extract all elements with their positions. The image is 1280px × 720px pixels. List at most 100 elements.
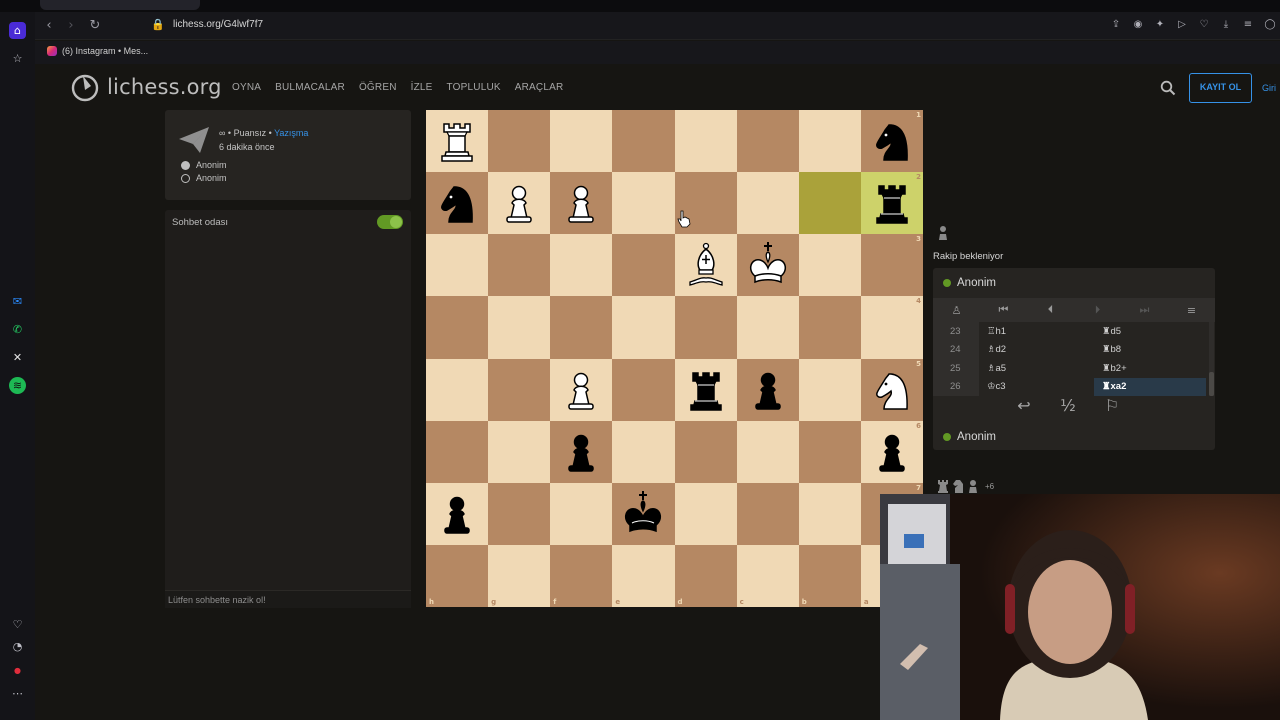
square-e5[interactable]	[612, 358, 675, 421]
square-b2[interactable]	[798, 172, 861, 235]
resign-flag-icon[interactable]: ⚐	[1101, 396, 1123, 415]
square-b1[interactable]	[798, 110, 861, 173]
site-logo[interactable]: lichess.org	[70, 72, 222, 102]
square-g5[interactable]	[488, 358, 551, 421]
share-icon[interactable]: ⇪	[1110, 18, 1122, 32]
spotify-icon[interactable]: ≋	[9, 377, 26, 394]
square-e4[interactable]	[612, 296, 675, 359]
square-c8[interactable]: c	[736, 544, 799, 607]
forward-icon[interactable]: ›	[63, 18, 79, 34]
prev-move-icon[interactable]: ⏴	[1041, 303, 1061, 317]
nav-watch[interactable]: İZLE	[411, 82, 433, 93]
black-move[interactable]: ♜d5	[1094, 322, 1206, 341]
bookmark-instagram[interactable]: (6) Instagram • Mes...	[47, 46, 148, 56]
signin-link[interactable]: Giri	[1262, 83, 1276, 93]
square-g3[interactable]	[488, 234, 551, 297]
square-h5[interactable]	[426, 358, 489, 421]
download-icon[interactable]: ⤓	[1220, 18, 1232, 32]
square-e2[interactable]	[612, 172, 675, 235]
square-c1[interactable]	[736, 110, 799, 173]
black-move-current[interactable]: ♜xa2	[1094, 377, 1206, 396]
square-g2[interactable]	[488, 172, 551, 235]
square-f3[interactable]	[550, 234, 613, 297]
square-f1[interactable]	[550, 110, 613, 173]
square-e3[interactable]	[612, 234, 675, 297]
nav-community[interactable]: TOPLULUK	[447, 82, 501, 93]
square-a3[interactable]: 3	[860, 234, 923, 297]
play-icon[interactable]: ▷	[1176, 18, 1188, 32]
square-b7[interactable]	[798, 482, 861, 545]
square-b6[interactable]	[798, 420, 861, 483]
black-move[interactable]: ♜b8	[1094, 341, 1206, 360]
square-h1[interactable]	[426, 110, 489, 173]
square-b4[interactable]	[798, 296, 861, 359]
square-d1[interactable]	[674, 110, 737, 173]
square-d5[interactable]	[674, 358, 737, 421]
heart-icon[interactable]: ♡	[9, 616, 26, 633]
player-row[interactable]: Anonim	[933, 422, 1215, 452]
opera-red-icon[interactable]: ●	[9, 662, 26, 679]
square-e8[interactable]: e	[612, 544, 675, 607]
square-c5[interactable]	[736, 358, 799, 421]
square-c7[interactable]	[736, 482, 799, 545]
square-f6[interactable]	[550, 420, 613, 483]
square-d3[interactable]	[674, 234, 737, 297]
chat-toggle[interactable]	[377, 215, 403, 229]
square-g8[interactable]: g	[488, 544, 551, 607]
square-c4[interactable]	[736, 296, 799, 359]
square-e6[interactable]	[612, 420, 675, 483]
camera-icon[interactable]: ◉	[1132, 18, 1144, 32]
extension-icon[interactable]: ✦	[1154, 18, 1166, 32]
white-player[interactable]: Anonim	[181, 160, 227, 170]
square-f5[interactable]	[550, 358, 613, 421]
square-b5[interactable]	[798, 358, 861, 421]
heart-icon[interactable]: ♡	[1198, 18, 1210, 32]
white-move[interactable]: ♖h1	[979, 322, 1094, 341]
square-h2[interactable]	[426, 172, 489, 235]
square-a1[interactable]: 1	[860, 110, 923, 173]
url-field[interactable]: lichess.org/G4lwf7f7	[173, 19, 263, 30]
square-h3[interactable]	[426, 234, 489, 297]
square-g1[interactable]	[488, 110, 551, 173]
square-g7[interactable]	[488, 482, 551, 545]
black-player[interactable]: Anonim	[181, 173, 227, 183]
square-h4[interactable]	[426, 296, 489, 359]
chat-input[interactable]: Lütfen sohbette nazik ol!	[165, 590, 411, 608]
search-icon[interactable]	[1160, 80, 1176, 96]
analysis-icon[interactable]: ♙	[947, 304, 967, 317]
square-f2[interactable]	[550, 172, 613, 235]
square-b8[interactable]: b	[798, 544, 861, 607]
signup-button[interactable]: KAYIT OL	[1189, 73, 1252, 103]
square-a2[interactable]: 2	[860, 172, 923, 235]
opponent-row[interactable]: Anonim	[933, 268, 1215, 298]
white-move[interactable]: ♔c3	[979, 378, 1094, 397]
square-f8[interactable]: f	[550, 544, 613, 607]
square-h6[interactable]	[426, 420, 489, 483]
scrollbar-thumb[interactable]	[1209, 372, 1214, 396]
nav-tools[interactable]: ARAÇLAR	[515, 82, 564, 93]
square-f7[interactable]	[550, 482, 613, 545]
square-d4[interactable]	[674, 296, 737, 359]
square-d8[interactable]: d	[674, 544, 737, 607]
takeback-icon[interactable]: ↩	[1013, 396, 1035, 415]
home-icon[interactable]: ⌂	[9, 22, 26, 39]
square-e1[interactable]	[612, 110, 675, 173]
square-b3[interactable]	[798, 234, 861, 297]
square-f4[interactable]	[550, 296, 613, 359]
square-a5[interactable]: 5	[860, 358, 923, 421]
chess-board[interactable]: 1 2 3 4 5 6 7 h g f e d c b a	[426, 110, 923, 607]
square-c6[interactable]	[736, 420, 799, 483]
mode-link[interactable]: Yazışma	[274, 128, 308, 138]
square-c3[interactable]	[736, 234, 799, 297]
square-e7[interactable]	[612, 482, 675, 545]
nav-puzzles[interactable]: BULMACALAR	[275, 82, 345, 93]
star-icon[interactable]: ☆	[9, 50, 26, 67]
draw-offer-button[interactable]: ½	[1057, 396, 1079, 415]
black-move[interactable]: ♜b2+	[1094, 359, 1206, 378]
more-icon[interactable]: ⋯	[9, 685, 26, 702]
menu-icon[interactable]: ≡	[1182, 304, 1202, 317]
square-d7[interactable]	[674, 482, 737, 545]
menu-icon[interactable]: ≡	[1242, 18, 1254, 32]
x-icon[interactable]: ✕	[9, 349, 26, 366]
move-list-scrollbar[interactable]	[1209, 322, 1214, 396]
